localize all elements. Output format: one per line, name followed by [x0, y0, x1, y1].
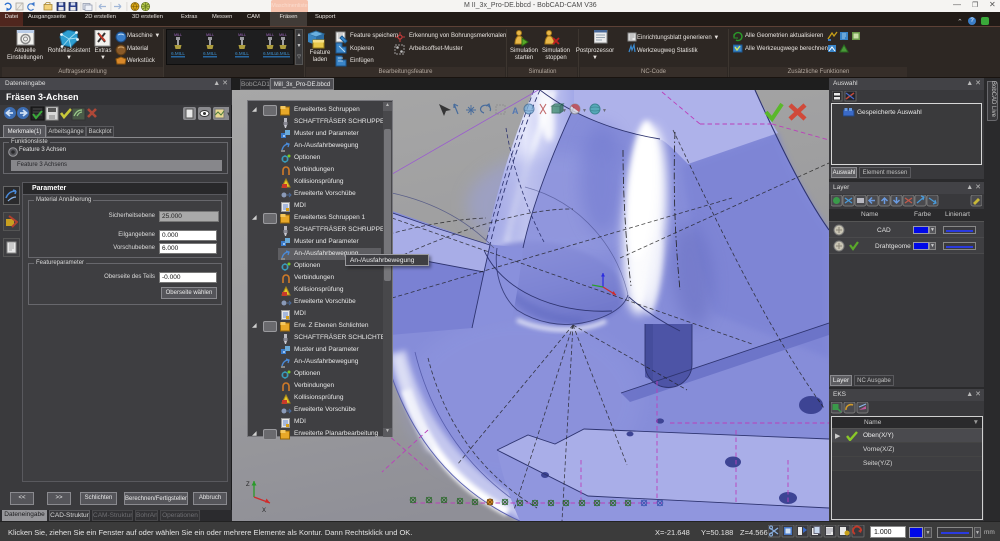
svg-text:Z: Z	[246, 482, 250, 488]
svg-text:6.MILL: 6.MILL	[171, 51, 185, 56]
svg-text:▼: ▼	[582, 108, 587, 114]
svg-text:▼: ▼	[602, 108, 607, 114]
svg-text:A: A	[512, 106, 519, 116]
svg-text:▼: ▼	[226, 112, 229, 118]
svg-text:MILL: MILL	[174, 33, 182, 37]
svg-text:X: X	[262, 508, 266, 514]
svg-text:▼: ▼	[562, 108, 567, 114]
